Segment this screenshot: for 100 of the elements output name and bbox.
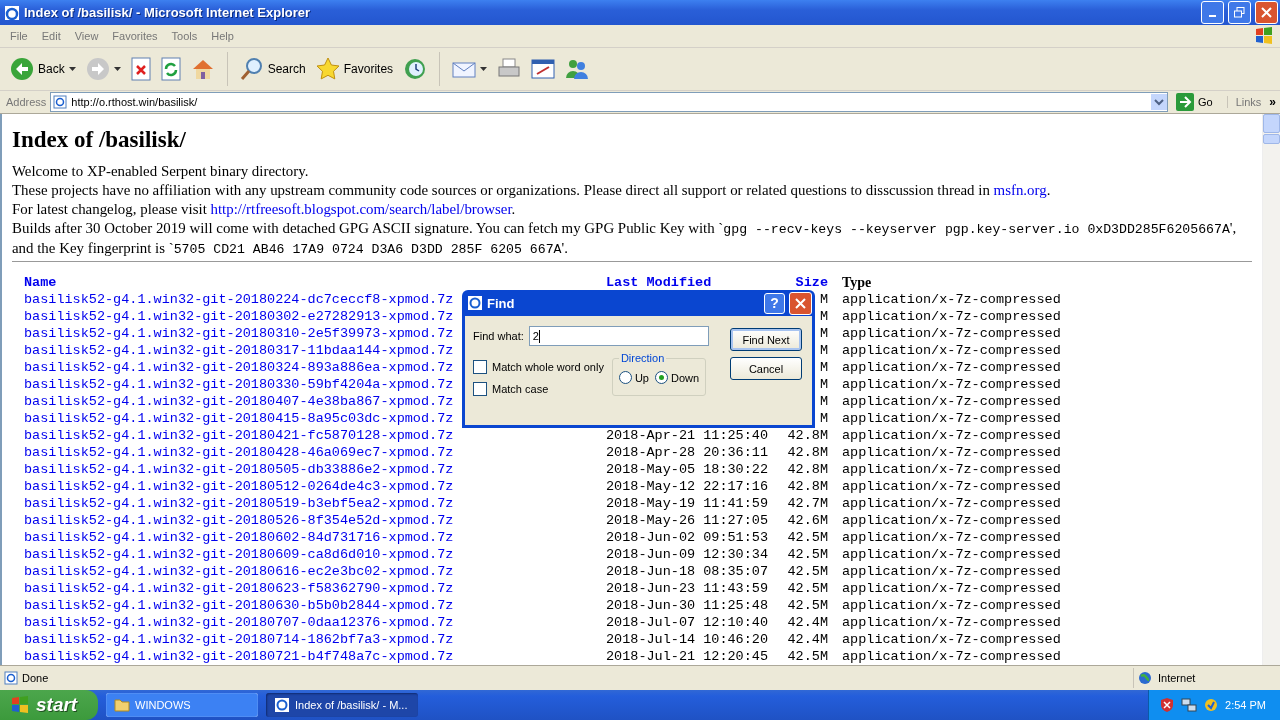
table-cell-text: application/x-7z-compressed [841,581,1062,596]
file-link[interactable]: basilisk52-g4.1.win32-git-20180714-1862bf7a3-xpmod.7z [24,632,454,647]
column-header: Type [841,274,873,291]
dropdown-icon[interactable] [1150,94,1167,110]
column-header[interactable]: Last Modified [606,275,712,290]
file-link[interactable]: basilisk52-g4.1.win32-git-20180630-b5b0b2844-xpmod.7z [24,598,454,613]
close-button[interactable] [1255,1,1278,24]
close-icon[interactable] [1261,7,1272,18]
refresh-icon[interactable] [160,57,181,81]
network-icon [1181,697,1198,713]
file-link[interactable]: basilisk52-g4.1.win32-git-20180224-dc7ceccf8-xpmod.7z [24,292,454,307]
file-link[interactable]: basilisk52-g4.1.win32-git-20180721-b4f748a7c-xpmod.7z [24,649,454,664]
file-link[interactable]: basilisk52-g4.1.win32-git-20180330-59bf4204a-xpmod.7z [24,377,454,392]
link[interactable]: http://rtfreesoft.blogspot.com/search/label/browser [210,201,512,217]
table-cell-text: application/x-7z-compressed [841,649,1062,664]
toolbar-label[interactable]: Back [38,62,65,76]
restore-button[interactable] [1228,1,1251,24]
file-link[interactable]: basilisk52-g4.1.win32-git-20180519-b3ebf5ea2-xpmod.7z [24,496,454,511]
address-field[interactable]: http://o.rthost.win/basilisk/ [50,92,1168,112]
table-cell: M [819,360,828,375]
file-link[interactable]: basilisk52-g4.1.win32-git-20180407-4e38ba867-xpmod.7z [24,394,454,409]
dialog-button[interactable]: Cancel [730,357,802,380]
link[interactable]: msfn.org [993,182,1047,198]
file-link[interactable]: basilisk52-g4.1.win32-git-20180602-84d731716-xpmod.7z [24,530,454,545]
checkbox-label[interactable]: Match case [492,383,549,395]
help-button[interactable]: ? [764,292,785,314]
table-cell-text: application/x-7z-compressed [841,428,1062,443]
caret-icon[interactable] [113,67,121,71]
radio-button[interactable] [654,371,668,384]
taskbar-button[interactable]: WINDOWS [106,693,258,717]
taskbar-button[interactable]: Index of /basilisk/ - M... [266,693,418,717]
toolbar-label[interactable]: Favorites [343,62,394,76]
toolbar-label[interactable]: Search [267,62,306,76]
checkbox[interactable] [473,360,487,374]
menu-item[interactable]: Tools [165,30,206,42]
close-icon[interactable] [795,297,806,309]
menu-item[interactable]: File [4,30,36,42]
file-link[interactable]: basilisk52-g4.1.win32-git-20180526-8f354e52d-xpmod.7z [24,513,454,528]
scrollbar[interactable] [1262,114,1280,665]
checkbox-label[interactable]: Match whole word only [492,361,604,373]
go-button[interactable]: Go [1171,93,1223,111]
menu-item[interactable]: Favorites [106,30,166,42]
edit-icon[interactable] [531,57,556,81]
close-button[interactable] [789,291,812,315]
browser-icon[interactable] [274,697,290,713]
windows-logo-icon[interactable] [10,695,30,715]
menu-item[interactable]: Help [205,30,242,42]
table-cell-text: application/x-7z-compressed [841,377,1062,392]
file-link[interactable]: basilisk52-g4.1.win32-git-20180415-8a95c03dc-xpmod.7z [24,411,454,426]
table-cell: M [819,309,828,324]
paragraph: Builds after 30 October 2019 will come with detached GPG ASCII signature. You can fetch my GPG Public Key with `gpg --recv-keys --keyserver pgp.key-server.io 0xD3DD285F6205667A', and the Key fingerprint is `5705 CD21 AB46 17A9 0724 D3A6 D3DD 285F 6205 667A'. [12,219,1238,259]
more-chevron[interactable]: » [1269,95,1280,109]
find-field[interactable]: 2 [528,326,709,346]
task-label[interactable]: Index of /basilisk/ - M... [295,699,408,711]
file-link[interactable]: basilisk52-g4.1.win32-git-20180421-fc5870128-xpmod.7z [24,428,454,443]
file-link[interactable]: basilisk52-g4.1.win32-git-20180317-11bdaa144-xpmod.7z [24,343,454,358]
table-cell: 2018-May-05 18:30:22 [606,462,769,477]
shield-icon [1159,697,1176,713]
table-cell-text: application/x-7z-compressed [841,326,1062,341]
radio-button[interactable] [618,371,632,384]
history-icon[interactable] [403,57,428,81]
restore-icon[interactable] [1234,7,1245,18]
menu-item[interactable]: View [68,30,107,42]
people-icon[interactable] [565,57,590,81]
column-header[interactable]: Name [24,275,57,290]
search-icon[interactable] [239,57,264,81]
table-cell: 2018-Jun-23 11:43:59 [606,581,769,596]
table-cell-text: application/x-7z-compressed [841,632,1062,647]
arrow-icon[interactable] [1175,93,1194,111]
table-cell-text: application/x-7z-compressed [841,445,1062,460]
dialog-button[interactable]: Find Next [730,328,802,351]
radio-label[interactable]: Up [634,371,649,384]
radio-label[interactable]: Down [670,371,700,384]
file-link[interactable]: basilisk52-g4.1.win32-git-20180609-ca8d6d010-xpmod.7z [24,547,454,562]
folder-icon[interactable] [114,698,130,712]
star-icon[interactable] [315,57,340,81]
table-cell: M [819,394,828,409]
file-link[interactable]: basilisk52-g4.1.win32-git-20180512-0264de4c3-xpmod.7z [24,479,454,494]
links-button[interactable]: Links [1226,96,1266,108]
menu-item[interactable]: Edit [35,30,69,42]
file-link[interactable]: basilisk52-g4.1.win32-git-20180505-db33886e2-xpmod.7z [24,462,454,477]
file-link[interactable]: basilisk52-g4.1.win32-git-20180616-ec2e3bc02-xpmod.7z [24,564,454,579]
file-link[interactable]: basilisk52-g4.1.win32-git-20180302-e27282913-xpmod.7z [24,309,454,324]
caret-icon[interactable] [68,67,76,71]
table-cell: 2018-May-26 11:27:05 [606,513,769,528]
column-header[interactable]: Size [795,275,828,290]
file-link[interactable]: basilisk52-g4.1.win32-git-20180310-2e5f39973-xpmod.7z [24,326,454,341]
table-cell-text: application/x-7z-compressed [841,530,1062,545]
table-cell: 2018-May-12 22:17:16 [606,479,769,494]
table-cell: 42.8M [787,462,828,477]
stop-icon[interactable] [130,57,151,81]
caret-icon[interactable] [480,67,488,71]
minimize-button[interactable] [1201,1,1224,24]
file-link[interactable]: basilisk52-g4.1.win32-git-20180428-46a069ec7-xpmod.7z [24,445,454,460]
checkbox[interactable] [473,382,487,396]
task-label[interactable]: WINDOWS [135,699,191,711]
file-link[interactable]: basilisk52-g4.1.win32-git-20180324-893a886ea-xpmod.7z [24,360,454,375]
window-title: Index of /basilisk/ - Microsoft Internet Explorer [24,5,312,20]
file-link[interactable]: basilisk52-g4.1.win32-git-20180707-0daa12376-xpmod.7z [24,615,454,630]
file-link[interactable]: basilisk52-g4.1.win32-git-20180623-f58362790-xpmod.7z [24,581,454,596]
